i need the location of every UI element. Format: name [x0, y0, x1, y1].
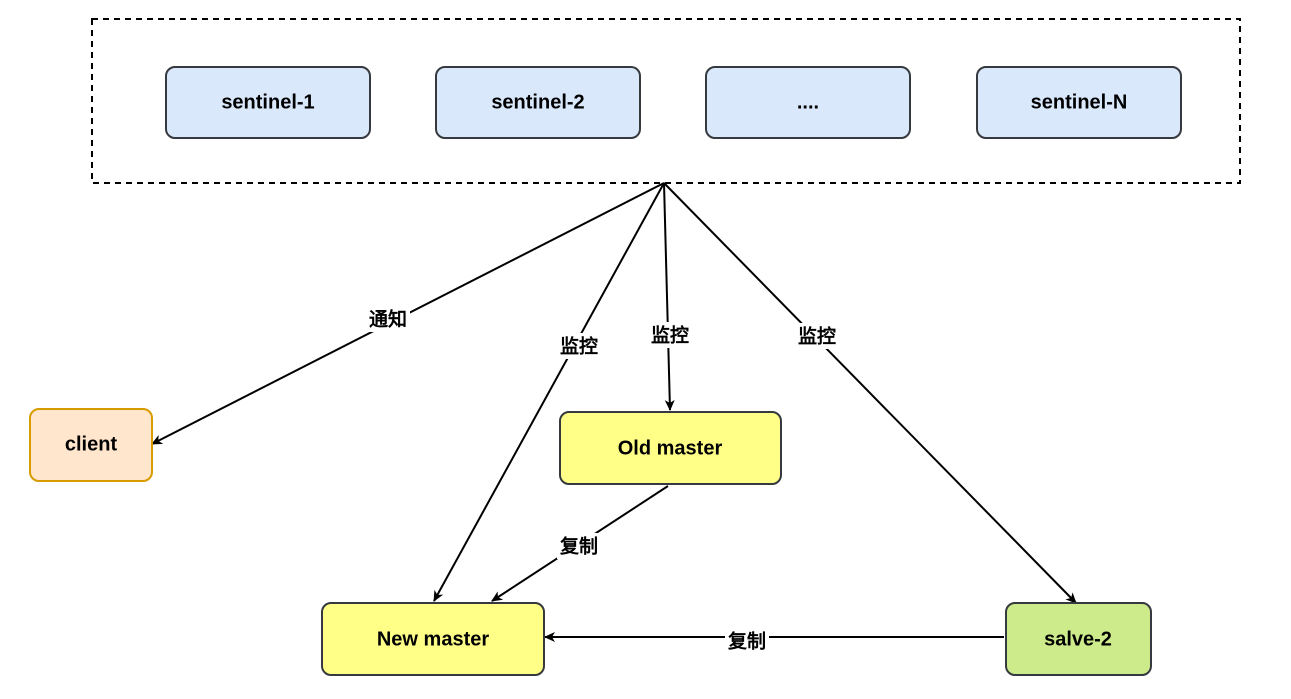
edge-label-replicate-slave2: 复制 [725, 628, 769, 654]
edge-label-monitor-new-text: 监控 [560, 335, 598, 358]
sentinel-node-n-label: sentinel-N [1031, 91, 1128, 113]
sentinel-node-n[interactable]: sentinel-N [976, 66, 1182, 139]
edge-label-monitor-new: 监控 [557, 333, 601, 359]
client-node-label: client [65, 433, 118, 455]
edge-label-monitor-slave2-text: 监控 [798, 325, 836, 348]
new-master-node-label: New master [377, 628, 489, 650]
edge-label-replicate-old-text: 复制 [559, 535, 598, 558]
edges [151, 182, 1077, 642]
client-node[interactable]: client [29, 408, 153, 482]
old-master-node[interactable]: Old master [559, 411, 782, 485]
edge-label-notify: 通知 [366, 306, 410, 332]
sentinel-node-2-label: sentinel-2 [491, 91, 584, 113]
edge-label-replicate-old: 复制 [557, 533, 601, 559]
old-master-node-label: Old master [618, 437, 723, 459]
new-master-node[interactable]: New master [321, 602, 545, 676]
slave-2-node[interactable]: salve-2 [1005, 602, 1152, 676]
sentinel-node-ellipsis-label: .... [797, 91, 819, 113]
sentinel-node-2[interactable]: sentinel-2 [435, 66, 641, 139]
edge-label-replicate-slave2-text: 复制 [727, 630, 766, 653]
sentinel-failover-diagram: sentinel-1 sentinel-2 .... sentinel-N 通知 [29, 18, 1241, 676]
edge-monitor-slave2[interactable] [663, 182, 1077, 604]
sentinel-node-1[interactable]: sentinel-1 [165, 66, 371, 139]
sentinel-node-ellipsis[interactable]: .... [705, 66, 911, 139]
edge-monitor-new-master[interactable] [433, 182, 665, 602]
slave-2-node-label: salve-2 [1044, 628, 1112, 650]
edge-label-monitor-old-text: 监控 [651, 324, 689, 347]
edge-monitor-old-master[interactable] [663, 182, 675, 411]
edge-label-monitor-slave2: 监控 [795, 323, 839, 349]
edge-label-monitor-old: 监控 [648, 322, 692, 348]
edge-label-notify-text: 通知 [369, 308, 407, 331]
sentinel-node-1-label: sentinel-1 [221, 91, 314, 113]
sentinel-group[interactable]: sentinel-1 sentinel-2 .... sentinel-N [91, 18, 1241, 184]
